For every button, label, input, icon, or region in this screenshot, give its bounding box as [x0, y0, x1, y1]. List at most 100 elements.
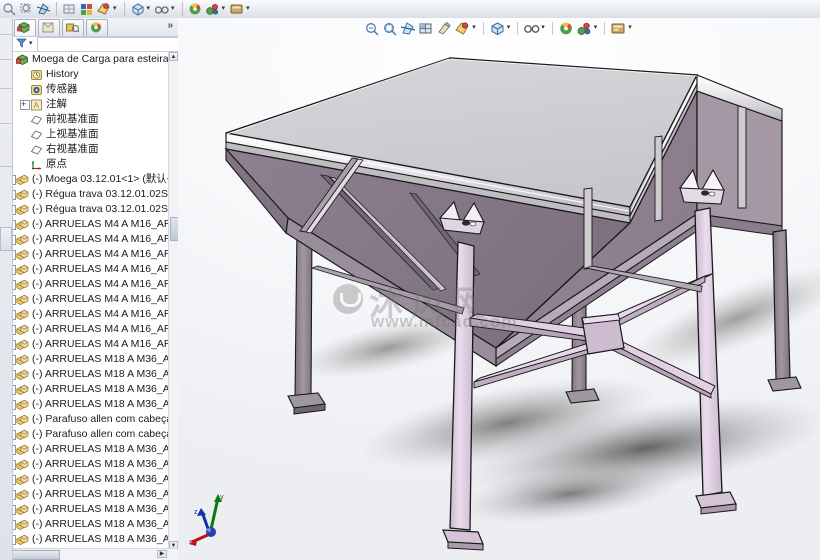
tree-item[interactable]: (-) ARRUELAS M4 A M16_ARR: [2, 337, 178, 352]
left-flyout-rail: [0, 18, 13, 560]
glasses-dropdown-caret[interactable]: ▾: [171, 2, 175, 16]
scroll-up-arrow-icon[interactable]: ▲: [169, 52, 178, 61]
tree-item[interactable]: (-) ARRUELAS M18 A M36_AR: [2, 442, 178, 457]
tree-item-label: 原点: [46, 158, 67, 170]
feature-tree-horizontal-scrollbar[interactable]: ◀ ▶: [0, 548, 178, 560]
tree-item[interactable]: (-) ARRUELAS M18 A M36_AR: [2, 502, 178, 517]
lights-dropdown-caret[interactable]: ▾: [222, 2, 226, 16]
feature-manager-tabs: »: [0, 18, 178, 37]
plane-icon: [30, 144, 43, 156]
feature-tree-tab[interactable]: [14, 18, 36, 36]
tree-item[interactable]: (-) ARRUELAS M4 A M16_ARR: [2, 217, 178, 232]
view-orientation-icon[interactable]: [62, 2, 77, 16]
expand-tabs-chevron-icon[interactable]: »: [167, 20, 173, 31]
graphics-viewport[interactable]: ▾ ▾ ▾ ▾ ▾ 沐风网 www.mfcad.com y z x: [178, 18, 820, 560]
tree-item[interactable]: Moega de Carga para esteiras (): [2, 52, 178, 67]
part-icon: [16, 264, 29, 276]
zoom-to-fit-icon[interactable]: [2, 2, 17, 16]
view-settings-dropdown-caret[interactable]: ▾: [246, 2, 250, 16]
rail-handle[interactable]: [0, 227, 12, 251]
tree-item-label: (-) ARRUELAS M18 A M36_AR: [32, 503, 178, 515]
tree-item[interactable]: (-) ARRUELAS M18 A M36_AR: [2, 352, 178, 367]
filter-icon[interactable]: [16, 37, 27, 51]
tree-item-label: (-) ARRUELAS M4 A M16_ARR: [32, 248, 178, 260]
view-settings-icon[interactable]: [229, 2, 244, 16]
tree-item[interactable]: History: [2, 67, 178, 82]
tree-item-label: Moega de Carga para esteiras (): [32, 53, 178, 65]
tree-item-label: 注解: [46, 98, 67, 110]
tree-item[interactable]: 右视基准面: [2, 142, 178, 157]
tree-item[interactable]: (-) Moega 03.12.01<1> (默认<: [2, 172, 178, 187]
part-icon: [16, 399, 29, 411]
tree-item-label: (-) ARRUELAS M18 A M36_AR: [32, 398, 178, 410]
tree-item[interactable]: (-) ARRUELAS M18 A M36_AR: [2, 487, 178, 502]
part-icon: [16, 219, 29, 231]
tree-item[interactable]: (-) ARRUELAS M4 A M16_ARR: [2, 277, 178, 292]
hide-show-dropdown-caret[interactable]: ▾: [113, 2, 117, 16]
display-style-icon[interactable]: [79, 2, 94, 16]
tree-item-label: (-) ARRUELAS M18 A M36_AR: [32, 383, 178, 395]
section-view-icon[interactable]: [36, 2, 51, 16]
tree-item[interactable]: (-) ARRUELAS M4 A M16_ARR: [2, 247, 178, 262]
part-icon: [16, 204, 29, 216]
appearance-dropdown-caret[interactable]: ▾: [147, 2, 151, 16]
tree-item[interactable]: (-) ARRUELAS M18 A M36_AR: [2, 532, 178, 547]
part-icon: [16, 534, 29, 546]
tree-item[interactable]: A 注解: [2, 97, 178, 112]
tree-item[interactable]: 上视基准面: [2, 127, 178, 142]
scrollbar-thumb[interactable]: [170, 217, 178, 241]
tree-item[interactable]: (-) ARRUELAS M4 A M16_ARR: [2, 322, 178, 337]
tree-item[interactable]: (-) ARRUELAS M18 A M36_AR: [2, 472, 178, 487]
top-toolbar: ▾ ▾ ▾ ▾ ▾: [0, 0, 820, 19]
hscrollbar-thumb[interactable]: [12, 550, 60, 560]
tree-item-label: (-) Parafuso allen com cabeça: [32, 413, 173, 425]
tree-item[interactable]: (-) ARRUELAS M18 A M36_AR: [2, 397, 178, 412]
zoom-to-area-icon[interactable]: [19, 2, 34, 16]
tree-item[interactable]: (-) Parafuso allen com cabeça: [2, 412, 178, 427]
part-icon: [16, 429, 29, 441]
property-manager-tab[interactable]: [38, 18, 60, 36]
tree-expand-toggle[interactable]: [20, 97, 30, 112]
feature-tree[interactable]: Moega de Carga para esteiras () History 传感…: [0, 52, 178, 560]
plane-icon: [30, 129, 43, 141]
feature-tree-vertical-scrollbar[interactable]: ▲ ▼: [168, 52, 178, 560]
part-icon: [16, 174, 29, 186]
tree-item[interactable]: (-) ARRUELAS M18 A M36_AR: [2, 457, 178, 472]
hide-show-icon[interactable]: [96, 2, 111, 16]
lights-icon[interactable]: [205, 2, 220, 16]
tree-item[interactable]: (-) Régua trava 03.12.01.02SLD: [2, 187, 178, 202]
annotation-icon: A: [30, 99, 43, 111]
scroll-right-arrow-icon[interactable]: ▶: [157, 550, 167, 558]
part-icon: [16, 189, 29, 201]
tree-item[interactable]: (-) Parafuso allen com cabeça: [2, 427, 178, 442]
svg-text:x: x: [189, 539, 193, 546]
tree-item[interactable]: (-) ARRUELAS M4 A M16_ARR: [2, 307, 178, 322]
rail-divider: [0, 59, 12, 60]
configuration-manager-tab[interactable]: [62, 18, 84, 36]
tree-item-label: (-) Régua trava 03.12.01.02SLD: [32, 188, 178, 200]
tree-item[interactable]: (-) ARRUELAS M18 A M36_AR: [2, 367, 178, 382]
toolbar-separator: [56, 2, 57, 16]
display-manager-tab[interactable]: [86, 18, 108, 36]
tree-item-label: (-) ARRUELAS M18 A M36_AR: [32, 353, 178, 365]
tree-item-label: (-) Parafuso allen com cabeça: [32, 428, 173, 440]
tree-item[interactable]: (-) ARRUELAS M4 A M16_ARR: [2, 262, 178, 277]
tree-item[interactable]: (-) Régua trava 03.12.01.02SLD: [2, 202, 178, 217]
part-icon: [16, 474, 29, 486]
part-icon: [16, 309, 29, 321]
glasses-icon[interactable]: [154, 2, 169, 16]
apply-scene-icon[interactable]: [188, 2, 203, 16]
part-icon: [16, 504, 29, 516]
tree-item[interactable]: (-) ARRUELAS M4 A M16_ARR: [2, 292, 178, 307]
filter-dropdown-caret[interactable]: ▾: [29, 37, 33, 51]
appearance-box-icon[interactable]: [130, 2, 145, 16]
tree-item[interactable]: (-) ARRUELAS M4 A M16_ARR: [2, 232, 178, 247]
tree-item[interactable]: 前视基准面: [2, 112, 178, 127]
tree-item-label: (-) ARRUELAS M18 A M36_AR: [32, 518, 178, 530]
tree-item[interactable]: (-) ARRUELAS M18 A M36_AR: [2, 517, 178, 532]
tree-item[interactable]: (-) ARRUELAS M18 A M36_AR: [2, 382, 178, 397]
tree-item[interactable]: 原点: [2, 157, 178, 172]
tree-item[interactable]: 传感器: [2, 82, 178, 97]
